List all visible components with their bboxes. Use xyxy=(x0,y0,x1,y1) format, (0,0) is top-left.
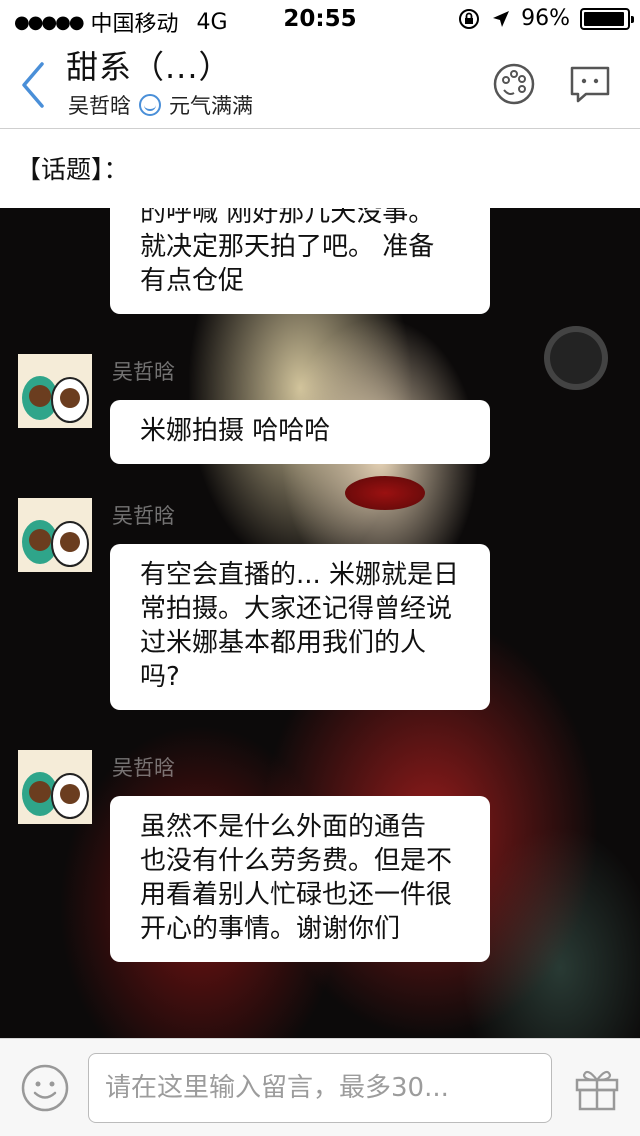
input-bar xyxy=(0,1038,640,1136)
back-chevron-icon[interactable] xyxy=(14,58,54,112)
avatar-image xyxy=(18,354,92,428)
message-input[interactable] xyxy=(88,1053,552,1123)
nav-header: 甜系（...） 吴哲晗 元气满满 xyxy=(0,40,640,128)
message-bubble: 虽然不是什么外面的通告 也没有什么劳务费。但是不用看着别人忙碌也还一件很开心的事… xyxy=(110,796,490,962)
palette-icon[interactable] xyxy=(492,62,536,106)
battery-icon xyxy=(580,7,634,30)
gift-icon[interactable] xyxy=(572,1063,622,1113)
header-divider xyxy=(0,128,640,129)
message-text: 的呼喊 刚好那几天没事。就决定那天拍了吧。 准备有点仓促 xyxy=(140,208,435,296)
status-bar: ●●●●● 中国移动 4G 20:55 96% xyxy=(0,0,640,40)
battery-percent: 96% xyxy=(521,6,570,31)
avatar[interactable] xyxy=(18,354,92,428)
background-photo-detail xyxy=(345,476,425,510)
status-right: 96% xyxy=(457,6,634,31)
assistive-touch-button[interactable] xyxy=(544,326,608,390)
message-bubble: 的呼喊 刚好那几天没事。就决定那天拍了吧。 准备有点仓促 xyxy=(110,208,490,314)
message-bubble: 有空会直播的... 米娜就是日常拍摄。大家还记得曾经说过米娜基本都用我们的人吗? xyxy=(110,544,490,710)
author-name[interactable]: 吴哲晗 xyxy=(68,90,131,120)
sender-name: 吴哲晗 xyxy=(112,504,175,528)
smiley-icon xyxy=(139,94,161,116)
chat-bubble-icon[interactable] xyxy=(568,62,612,106)
avatar-image xyxy=(18,498,92,572)
message-bubble: 米娜拍摄 哈哈哈 xyxy=(110,400,490,464)
sender-name: 吴哲晗 xyxy=(112,756,175,780)
avatar[interactable] xyxy=(18,750,92,824)
topic-label: 【话题】： xyxy=(16,155,129,184)
avatar[interactable] xyxy=(18,498,92,572)
author-mood: 元气满满 xyxy=(169,94,253,118)
battery-fill xyxy=(584,11,625,26)
post-title: 甜系（...） xyxy=(66,48,232,86)
author-line: 吴哲晗 元气满满 xyxy=(68,90,253,120)
chat-area[interactable]: 的呼喊 刚好那几天没事。就决定那天拍了吧。 准备有点仓促 吴哲晗 米娜拍摄 哈哈… xyxy=(0,208,640,1038)
message-text: 有空会直播的... 米娜就是日常拍摄。大家还记得曾经说过米娜基本都用我们的人吗? xyxy=(140,560,460,692)
sender-name: 吴哲晗 xyxy=(112,360,175,384)
message-text: 米娜拍摄 哈哈哈 xyxy=(140,416,331,446)
rotation-lock-icon xyxy=(459,8,480,29)
avatar-image xyxy=(18,750,92,824)
message-text: 虽然不是什么外面的通告 也没有什么劳务费。但是不用看着别人忙碌也还一件很开心的事… xyxy=(140,812,453,944)
emoji-icon[interactable] xyxy=(20,1063,70,1113)
location-arrow-icon xyxy=(493,10,510,27)
